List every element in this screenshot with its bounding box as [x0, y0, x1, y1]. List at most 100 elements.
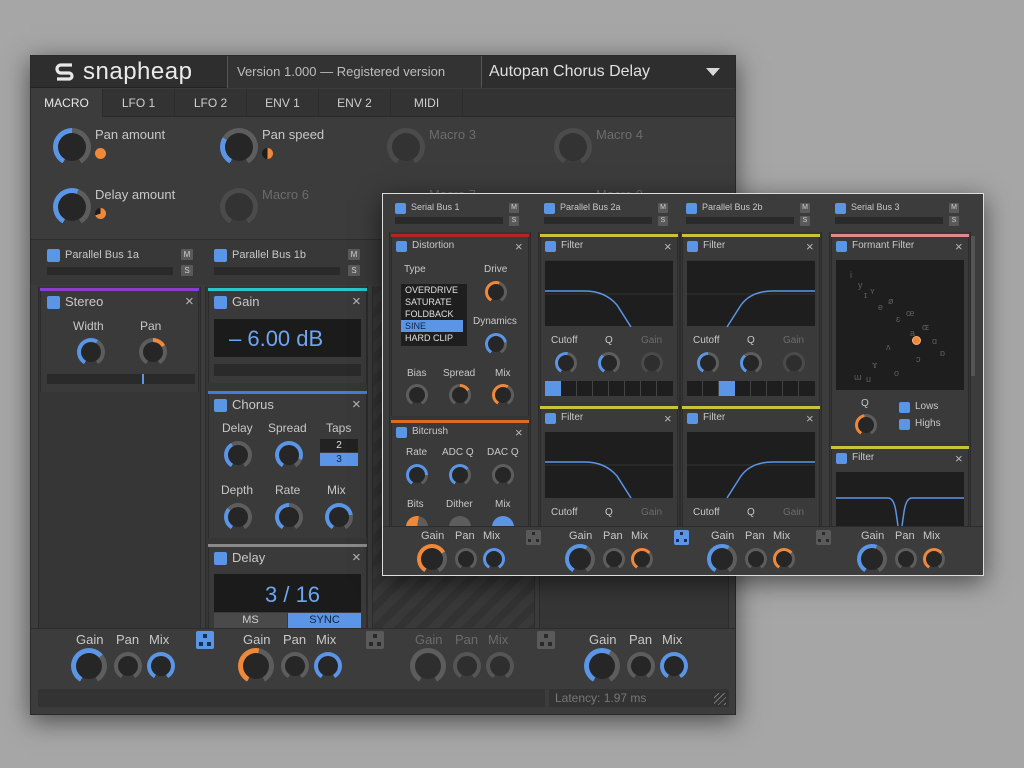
q-knob[interactable] — [598, 352, 620, 374]
adcq-knob[interactable] — [449, 464, 471, 486]
filter-type-icon[interactable] — [561, 381, 577, 396]
tab-lfo-2[interactable]: LFO 2 — [175, 89, 247, 117]
filter-type-icon[interactable] — [703, 381, 719, 396]
macro-knob-pan-amount[interactable] — [53, 128, 91, 166]
bitcrush-mix-knob[interactable] — [492, 516, 514, 526]
pan-knob[interactable] — [139, 338, 167, 366]
filter-type-selector[interactable] — [687, 381, 815, 396]
chorus-rate-knob[interactable] — [275, 503, 303, 531]
formant-q-knob[interactable] — [855, 414, 877, 436]
bus-enable-checkbox[interactable] — [544, 203, 555, 214]
solo-button[interactable]: S — [800, 216, 810, 226]
dynamics-knob[interactable] — [485, 333, 507, 355]
bus-pan-knob[interactable] — [455, 548, 477, 570]
close-icon[interactable]: × — [185, 294, 194, 309]
filter-response-graph[interactable] — [687, 260, 815, 328]
chorus-mix-knob[interactable] — [325, 503, 353, 531]
taps-option-3[interactable]: 3 — [320, 453, 358, 466]
close-icon[interactable]: × — [352, 294, 361, 309]
q-knob[interactable] — [740, 352, 762, 374]
close-icon[interactable]: × — [955, 452, 963, 465]
chorus-spread-knob[interactable] — [275, 441, 303, 469]
filter-type-icon[interactable] — [641, 381, 657, 396]
route-icon[interactable] — [674, 530, 689, 545]
filter-response-graph[interactable] — [545, 260, 673, 328]
scrollbar[interactable] — [971, 236, 975, 376]
mute-button[interactable]: M — [509, 203, 519, 213]
bus-gain-knob[interactable] — [71, 648, 107, 684]
solo-button[interactable]: S — [181, 265, 193, 276]
bus-mix-knob[interactable] — [923, 548, 945, 570]
solo-button[interactable]: S — [509, 216, 519, 226]
cutoff-knob[interactable] — [697, 352, 719, 374]
tab-env-2[interactable]: ENV 2 — [319, 89, 391, 117]
bus-mix-knob[interactable] — [660, 652, 688, 680]
solo-button[interactable]: S — [658, 216, 668, 226]
bus-gain-knob[interactable] — [857, 544, 887, 574]
filter-type-icon[interactable] — [751, 381, 767, 396]
filter-type-icon[interactable] — [735, 381, 751, 396]
sync-button[interactable]: SYNC — [288, 613, 361, 628]
stereo-enable-checkbox[interactable] — [47, 296, 60, 309]
route-icon[interactable] — [537, 631, 555, 649]
filter-type-selector[interactable] — [545, 381, 673, 396]
bus-enable-checkbox[interactable] — [47, 249, 60, 262]
chorus-delay-knob[interactable] — [224, 441, 252, 469]
filter-enable-checkbox[interactable] — [836, 453, 847, 464]
distortion-type-list[interactable]: OVERDRIVE SATURATE FOLDBACK SINE HARD CL… — [401, 284, 467, 346]
highs-checkbox[interactable] — [899, 419, 910, 430]
solo-button[interactable]: S — [949, 216, 959, 226]
filter-type-icon[interactable] — [577, 381, 593, 396]
close-icon[interactable]: × — [955, 240, 963, 253]
bus-pan-knob[interactable] — [281, 652, 309, 680]
type-option[interactable]: SATURATE — [401, 296, 463, 308]
close-icon[interactable]: × — [515, 240, 523, 253]
bus-pan-knob[interactable] — [114, 652, 142, 680]
macro-knob-4[interactable] — [554, 128, 592, 166]
vowel-position-handle[interactable] — [912, 336, 921, 345]
tab-env-1[interactable]: ENV 1 — [247, 89, 319, 117]
type-option-selected[interactable]: SINE — [401, 320, 463, 332]
bitcrush-enable-checkbox[interactable] — [396, 427, 407, 438]
drive-knob[interactable] — [485, 281, 507, 303]
filter-enable-checkbox[interactable] — [687, 241, 698, 252]
filter-type-icon[interactable] — [593, 381, 609, 396]
bus-gain-knob[interactable] — [417, 544, 447, 574]
bus-pan-knob[interactable] — [745, 548, 767, 570]
filter-gain-knob[interactable] — [641, 352, 663, 374]
filter-enable-checkbox[interactable] — [545, 241, 556, 252]
close-icon[interactable]: × — [664, 412, 672, 425]
filter-type-lowpass-icon[interactable] — [545, 381, 561, 396]
filter-gain-knob[interactable] — [783, 352, 805, 374]
vowel-map[interactable]: i y ɪ ʏ e ø ɛ œ a ɶ ɑ ɒ ʌ ɔ ɤ o ɯ u — [836, 260, 964, 390]
filter-type-icon[interactable] — [625, 381, 641, 396]
route-icon[interactable] — [816, 530, 831, 545]
bus-pan-knob[interactable] — [453, 652, 481, 680]
ms-button[interactable]: MS — [214, 613, 287, 628]
filter-enable-checkbox[interactable] — [545, 413, 556, 424]
bus-pan-knob[interactable] — [627, 652, 655, 680]
filter-type-icon[interactable] — [799, 381, 815, 396]
bits-knob[interactable] — [406, 516, 428, 526]
close-icon[interactable]: × — [352, 550, 361, 565]
filter-type-icon[interactable] — [783, 381, 799, 396]
resize-grip-icon[interactable] — [714, 693, 726, 705]
dacq-knob[interactable] — [492, 464, 514, 486]
bus-gain-knob[interactable] — [238, 648, 274, 684]
chevron-down-icon[interactable] — [706, 68, 720, 76]
route-icon[interactable] — [196, 631, 214, 649]
spread-knob[interactable] — [449, 384, 471, 406]
mute-button[interactable]: M — [348, 249, 360, 260]
filter-response-graph[interactable] — [836, 472, 964, 527]
filter-type-icon[interactable] — [657, 381, 673, 396]
mute-button[interactable]: M — [800, 203, 810, 213]
mute-button[interactable]: M — [658, 203, 668, 213]
macro-knob-delay-amount[interactable] — [53, 188, 91, 226]
bus-enable-checkbox[interactable] — [686, 203, 697, 214]
taps-option-2[interactable]: 2 — [320, 439, 358, 452]
filter-type-icon[interactable] — [687, 381, 703, 396]
type-option[interactable]: OVERDRIVE — [401, 284, 463, 296]
delay-enable-checkbox[interactable] — [214, 552, 227, 565]
close-icon[interactable]: × — [664, 240, 672, 253]
filter-response-graph[interactable] — [687, 432, 815, 499]
